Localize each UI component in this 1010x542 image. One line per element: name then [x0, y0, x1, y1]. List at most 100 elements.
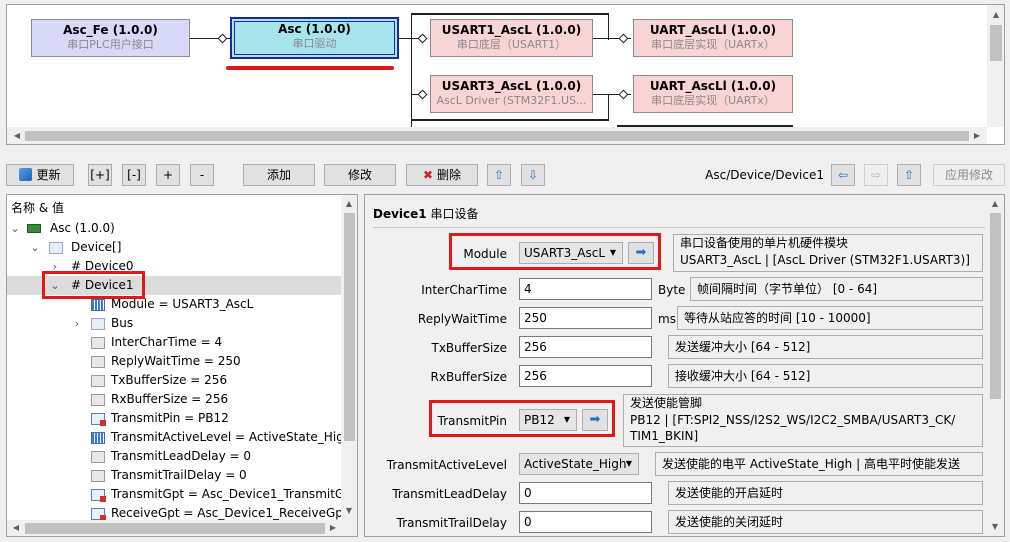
node-subtitle: 串口驱动: [292, 37, 337, 50]
scroll-left-icon[interactable]: ◀: [9, 128, 25, 144]
tree-row[interactable]: ⌄ Asc (1.0.0): [7, 219, 347, 238]
tree-item-label: TransmitGpt = Asc_Device1_TransmitGp: [111, 487, 341, 501]
selected-underline: [226, 66, 394, 70]
tree-item-label: Device[]: [71, 240, 122, 254]
tree-row[interactable]: › Bus: [7, 314, 347, 333]
scroll-up-icon[interactable]: ▲: [987, 196, 1003, 212]
connector-diamond: [618, 33, 629, 44]
node-uart-2[interactable]: UART_AscLl (1.0.0) 串口底层实现（UARTx）: [633, 75, 793, 113]
panel-title: Device1 串口设备: [373, 205, 478, 222]
tree-row[interactable]: TransmitTrailDelay = 0: [7, 466, 347, 485]
txlead-input[interactable]: 0: [519, 482, 652, 504]
scroll-thumb[interactable]: [25, 131, 969, 141]
tree-item-label: InterCharTime = 4: [111, 335, 223, 349]
tree-row[interactable]: TransmitActiveLevel = ActiveState_High: [7, 428, 351, 447]
scroll-up-icon[interactable]: ▲: [341, 196, 357, 212]
group-box-right-top: [608, 13, 609, 40]
chevron-down-icon[interactable]: ⌄: [29, 238, 41, 257]
apply-changes-button[interactable]: 应用修改: [933, 164, 1005, 186]
tree-row[interactable]: TxBufferSize = 256: [7, 371, 347, 390]
move-down-button[interactable]: ⇩: [521, 164, 545, 186]
pin-icon: [91, 413, 106, 426]
rxbuf-input[interactable]: 256: [519, 365, 652, 387]
gpt-icon: [91, 489, 106, 502]
txlevel-description: 发送使能的电平 ActiveState_High | 高电平时使能发送: [655, 452, 983, 476]
scroll-left-icon[interactable]: ◀: [8, 520, 24, 536]
scroll-up-icon[interactable]: ▲: [988, 7, 1004, 23]
nav-forward-button[interactable]: ⇨: [864, 164, 888, 186]
tree-row[interactable]: TransmitGpt = Asc_Device1_TransmitGp: [7, 485, 341, 504]
chevron-right-icon[interactable]: ›: [71, 314, 83, 333]
scroll-thumb[interactable]: [25, 523, 325, 534]
rxbuf-label: RxBufferSize: [430, 370, 508, 384]
desc-line: 串口设备使用的单片机硬件模块: [680, 236, 849, 250]
tree-row[interactable]: ⌄ Device[]: [7, 238, 347, 257]
collapse-all-button[interactable]: [-]: [122, 164, 146, 186]
chevron-down-icon[interactable]: ⌄: [9, 219, 21, 238]
txlead-label: TransmitLeadDelay: [392, 487, 507, 501]
nav-up-button[interactable]: ⇧: [897, 164, 921, 186]
txbuf-label: TxBufferSize: [431, 341, 508, 355]
highlight-box: [429, 400, 615, 437]
scroll-down-icon[interactable]: ▼: [987, 519, 1003, 535]
minus-button[interactable]: -: [190, 164, 214, 186]
expand-all-button[interactable]: [+]: [88, 164, 112, 186]
txlevel-select[interactable]: ActiveState_High ▼: [519, 453, 639, 475]
move-up-button[interactable]: ⇧: [487, 164, 511, 186]
txpin-description: 发送使能管脚 PB12 | [FT:SPI2_NSS/I2S2_WS/I2C2_…: [623, 394, 983, 447]
txbuf-input[interactable]: 256: [519, 336, 652, 358]
tree-row[interactable]: TransmitPin = PB12: [7, 409, 347, 428]
scroll-right-icon[interactable]: ▶: [325, 520, 341, 536]
node-uart-1[interactable]: UART_AscLl (1.0.0) 串口底层实现（UARTx）: [633, 19, 793, 57]
tree-row[interactable]: RxBufferSize = 256: [7, 390, 347, 409]
config-tree[interactable]: 名称 & 值 ⌄ Asc (1.0.0) ⌄ Device[] › # Devi…: [6, 194, 358, 537]
node-subtitle: 串口底层实现（UARTx）: [651, 38, 775, 51]
refresh-button[interactable]: 更新: [6, 164, 74, 186]
tree-row[interactable]: ReplyWaitTime = 250: [7, 352, 347, 371]
node-usart3[interactable]: USART3_AscL (1.0.0) AscL Driver (STM32F1…: [430, 75, 593, 113]
modify-button[interactable]: 修改: [324, 164, 396, 186]
tree-item-label: Asc (1.0.0): [50, 221, 115, 235]
tree-row[interactable]: InterCharTime = 4: [7, 333, 347, 352]
group-box-right-bottom: [608, 95, 609, 121]
tree-item-label: TransmitActiveLevel = ActiveState_High: [111, 430, 352, 444]
interchar-input[interactable]: 4: [519, 278, 652, 300]
replywait-unit: ms: [658, 312, 676, 326]
replywait-input[interactable]: 250: [519, 307, 652, 329]
desc-line: 发送使能管脚: [630, 396, 703, 410]
scroll-right-icon[interactable]: ▶: [969, 128, 985, 144]
chip-icon: [27, 224, 41, 233]
txlevel-label: TransmitActiveLevel: [386, 458, 507, 472]
highlight-box: [449, 233, 661, 270]
refresh-icon: [19, 168, 33, 181]
enum-icon: [91, 432, 105, 444]
tree-row[interactable]: TransmitLeadDelay = 0: [7, 447, 347, 466]
add-button[interactable]: 添加: [243, 164, 315, 186]
refresh-label: 更新: [36, 168, 61, 182]
connector-trunk: [411, 13, 412, 144]
diagram-hscroll[interactable]: ◀ ▶: [7, 127, 987, 144]
scroll-thumb[interactable]: [344, 213, 355, 441]
props-vscroll[interactable]: ▲ ▼: [987, 195, 1004, 536]
scroll-down-icon[interactable]: ▼: [341, 503, 357, 519]
node-title: USART3_AscL (1.0.0): [441, 79, 582, 93]
tree-vscroll[interactable]: ▲ ▼: [341, 195, 357, 520]
node-asc-fe[interactable]: Asc_Fe (1.0.0) 串口PLC用户接口: [31, 19, 190, 57]
delete-button[interactable]: ✖ 删除: [406, 164, 478, 186]
scroll-thumb[interactable]: [990, 213, 1001, 399]
group-box-top: [411, 13, 609, 15]
connector-diamond: [417, 33, 428, 44]
txtrail-input[interactable]: 0: [519, 511, 652, 533]
node-usart1[interactable]: USART1_AscL (1.0.0) 串口底层（USART1）: [430, 19, 593, 57]
plus-button[interactable]: +: [156, 164, 180, 186]
tree-row[interactable]: Module = USART3_AscL: [7, 295, 347, 314]
tree-hscroll[interactable]: ◀ ▶: [7, 520, 357, 536]
tree-item-label: Module = USART3_AscL: [111, 297, 254, 311]
group-box-bottom: [411, 119, 609, 121]
scroll-thumb[interactable]: [990, 25, 1002, 61]
module-icon: [91, 299, 105, 311]
nav-back-button[interactable]: ⇦: [831, 164, 855, 186]
diagram-vscroll[interactable]: ▲: [987, 5, 1004, 127]
node-asc[interactable]: Asc (1.0.0) 串口驱动: [230, 17, 399, 59]
tree-item-label: Bus: [111, 316, 134, 330]
